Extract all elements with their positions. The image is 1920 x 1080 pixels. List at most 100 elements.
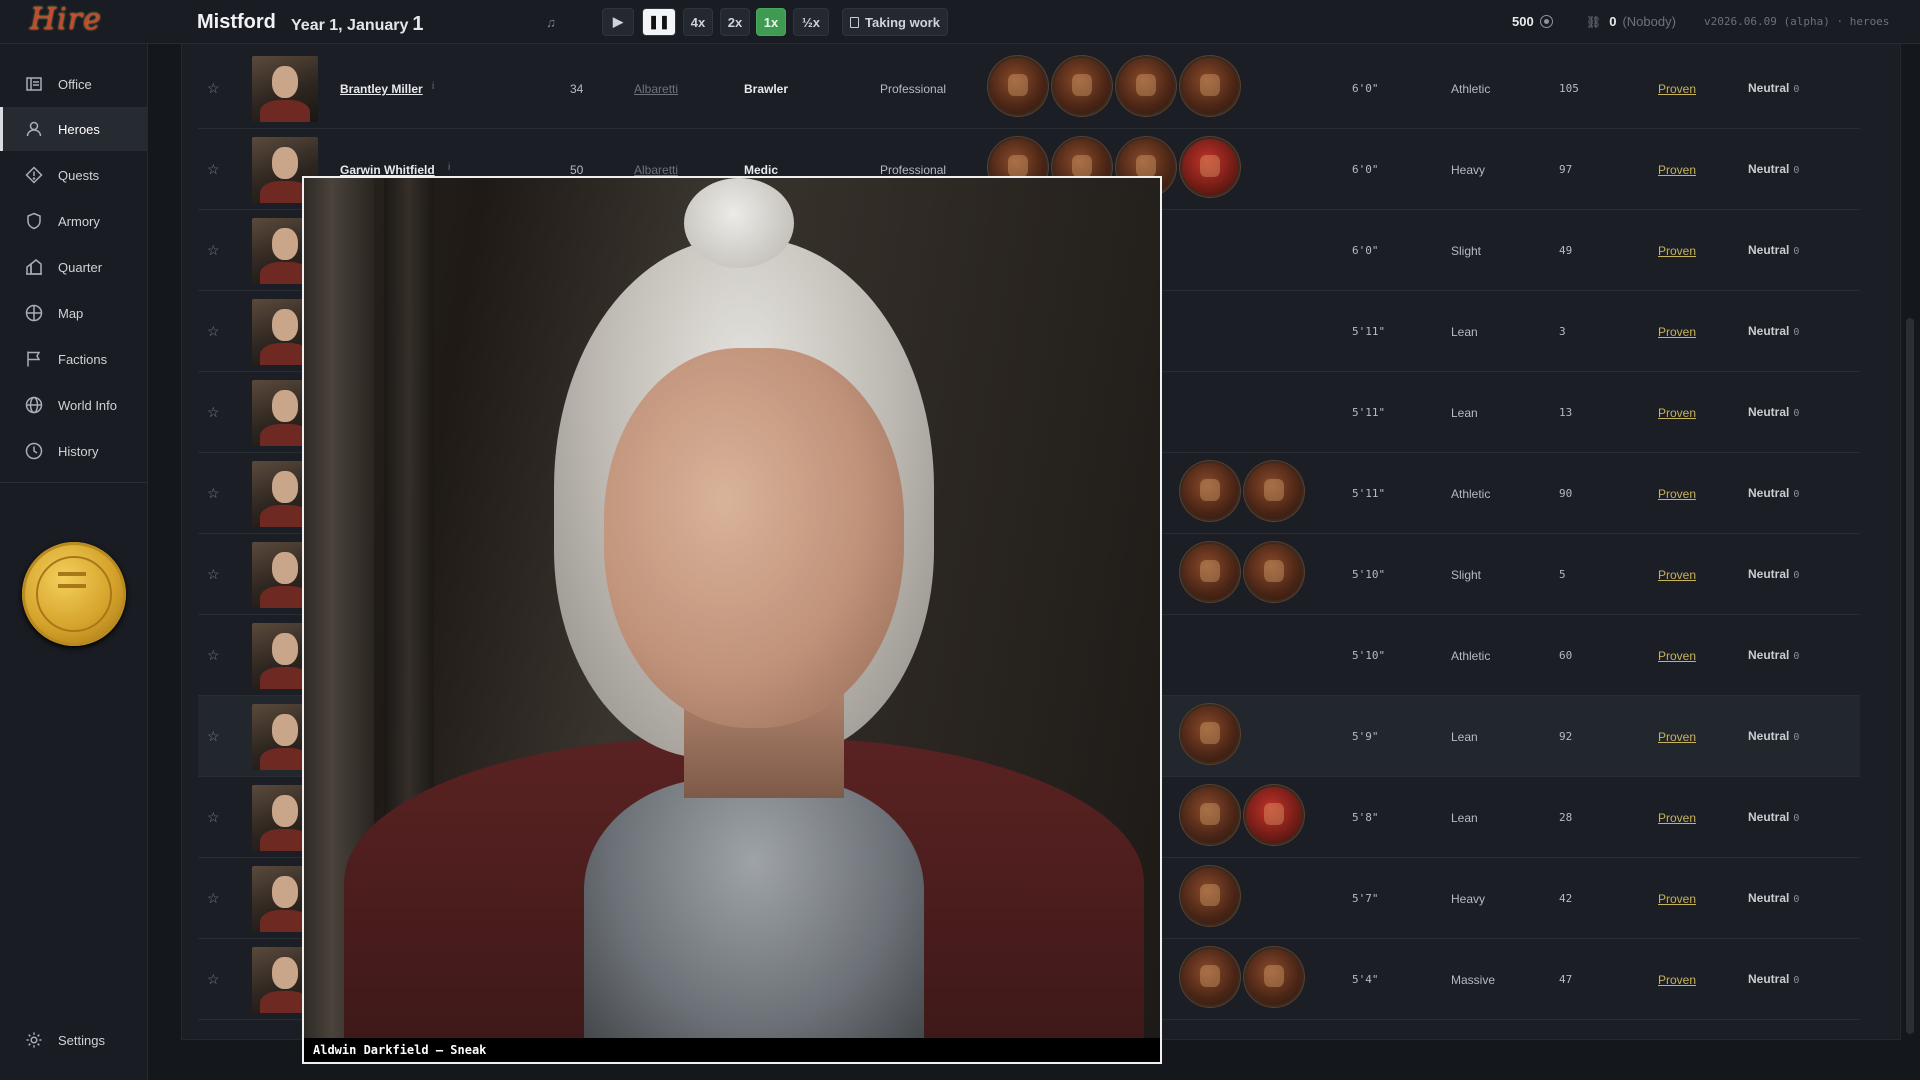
hero-status[interactable]: Proven [1658, 325, 1696, 339]
hero-height: 6'0" [1352, 82, 1379, 95]
hero-score: 47 [1559, 973, 1573, 986]
star-icon[interactable]: ☆ [207, 647, 220, 664]
alignment-value: 0 [1793, 408, 1800, 419]
hero-score: 105 [1559, 82, 1579, 95]
star-icon[interactable]: ☆ [207, 890, 220, 907]
skill-icon[interactable] [1182, 787, 1238, 843]
sidebar-item-label: History [58, 443, 99, 459]
alignment-value: 0 [1793, 894, 1800, 905]
renown-value: 0 [1609, 14, 1617, 29]
sidebar-item-quests[interactable]: Quests [0, 153, 147, 197]
hero-height: 5'8" [1352, 811, 1379, 824]
skill-icon[interactable] [1054, 58, 1110, 114]
info-icon[interactable]: i [432, 81, 434, 92]
alignment-value: 0 [1793, 570, 1800, 581]
alignment-label: Neutral [1748, 486, 1790, 500]
hero-house[interactable]: Albaretti [634, 82, 678, 96]
hero-height: 5'10" [1352, 649, 1386, 662]
sidebar-item-history[interactable]: History [0, 429, 147, 473]
hero-score: 28 [1559, 811, 1573, 824]
skill-icon[interactable] [1118, 58, 1174, 114]
star-icon[interactable]: ☆ [207, 404, 220, 421]
alignment-label: Neutral [1748, 405, 1790, 419]
hero-alignment: Neutral 0 [1748, 405, 1799, 419]
alignment-value: 0 [1793, 489, 1800, 500]
skill-icon[interactable] [990, 58, 1046, 114]
office-icon [24, 74, 44, 94]
sidebar-item-settings[interactable]: Settings [0, 1018, 147, 1062]
info-icon[interactable]: i [448, 162, 450, 173]
speed-4x-button[interactable]: 4x [683, 8, 713, 36]
star-icon[interactable]: ☆ [207, 242, 220, 259]
hero-status[interactable]: Proven [1658, 973, 1696, 987]
star-icon[interactable]: ☆ [207, 971, 220, 988]
hero-build: Heavy [1451, 892, 1486, 906]
hero-height: 5'4" [1352, 973, 1379, 986]
pause-button[interactable]: ❚❚ [642, 8, 676, 36]
sidebar-divider [0, 482, 147, 483]
hair-bun-shape [684, 178, 794, 268]
quest-diamond-icon [24, 165, 44, 185]
sidebar-item-world-info[interactable]: World Info [0, 383, 147, 427]
hero-status[interactable]: Proven [1658, 649, 1696, 663]
skill-icon[interactable] [1182, 58, 1238, 114]
hero-height: 5'11" [1352, 487, 1386, 500]
star-icon[interactable]: ☆ [207, 728, 220, 745]
sidebar-item-heroes[interactable]: Heroes [0, 107, 147, 151]
skill-icon[interactable] [1182, 868, 1238, 924]
hero-build: Lean [1451, 325, 1478, 339]
top-bar: Hire Mistford Year 1, January 1 ♫ ▶ ❚❚ 4x… [0, 0, 1920, 44]
speed-1x-button[interactable]: 1x [756, 8, 786, 36]
sidebar-item-quarter[interactable]: Quarter [0, 245, 147, 289]
hero-status[interactable]: Proven [1658, 811, 1696, 825]
hero-name[interactable]: Garwin Whitfield [340, 163, 435, 177]
skill-icon[interactable] [1246, 787, 1302, 843]
music-note-icon[interactable]: ♫ [536, 8, 566, 36]
skill-icon[interactable] [1182, 463, 1238, 519]
hero-portrait[interactable] [252, 56, 318, 122]
hero-status[interactable]: Proven [1658, 82, 1696, 96]
table-row[interactable]: ☆ Brantley Miller i 34 Albaretti Brawler… [198, 48, 1860, 129]
gear-icon [24, 1030, 44, 1050]
hero-alignment: Neutral 0 [1748, 81, 1799, 95]
hero-status[interactable]: Proven [1658, 163, 1696, 177]
sidebar-item-map[interactable]: Map [0, 291, 147, 335]
hero-status[interactable]: Proven [1658, 487, 1696, 501]
sidebar-item-armory[interactable]: Armory [0, 199, 147, 243]
speed-half-button[interactable]: ½x [793, 8, 829, 36]
skill-icon[interactable] [1182, 139, 1238, 195]
skill-icon[interactable] [1182, 706, 1238, 762]
game-date: Year 1, January 1 [291, 13, 424, 36]
sidebar-item-office[interactable]: Office [0, 62, 147, 106]
speed-2x-button[interactable]: 2x [720, 8, 750, 36]
hero-name[interactable]: Brantley Miller [340, 82, 423, 96]
sidebar-item-label: Office [58, 76, 92, 92]
star-icon[interactable]: ☆ [207, 161, 220, 178]
hero-build: Slight [1451, 568, 1482, 582]
skill-icon[interactable] [1246, 463, 1302, 519]
hero-house[interactable]: Albaretti [634, 163, 678, 177]
sidebar-item-factions[interactable]: Factions [0, 337, 147, 381]
hero-status[interactable]: Proven [1658, 406, 1696, 420]
hero-status[interactable]: Proven [1658, 730, 1696, 744]
table-scrollbar[interactable] [1906, 318, 1914, 1034]
hero-score: 92 [1559, 730, 1573, 743]
skill-icon[interactable] [1182, 949, 1238, 1005]
hero-status[interactable]: Proven [1658, 568, 1696, 582]
hero-alignment: Neutral 0 [1748, 972, 1799, 986]
taking-work-toggle[interactable]: Taking work [842, 8, 948, 36]
star-icon[interactable]: ☆ [207, 485, 220, 502]
star-icon[interactable]: ☆ [207, 323, 220, 340]
skill-icon[interactable] [1182, 544, 1238, 600]
hero-status[interactable]: Proven [1658, 892, 1696, 906]
skill-icon[interactable] [1246, 949, 1302, 1005]
star-icon[interactable]: ☆ [207, 809, 220, 826]
skill-icon[interactable] [1246, 544, 1302, 600]
star-icon[interactable]: ☆ [207, 566, 220, 583]
play-button[interactable]: ▶ [602, 8, 634, 36]
hero-height: 6'0" [1352, 163, 1379, 176]
hero-score: 49 [1559, 244, 1573, 257]
alignment-value: 0 [1793, 246, 1800, 257]
hero-status[interactable]: Proven [1658, 244, 1696, 258]
star-icon[interactable]: ☆ [207, 80, 220, 97]
